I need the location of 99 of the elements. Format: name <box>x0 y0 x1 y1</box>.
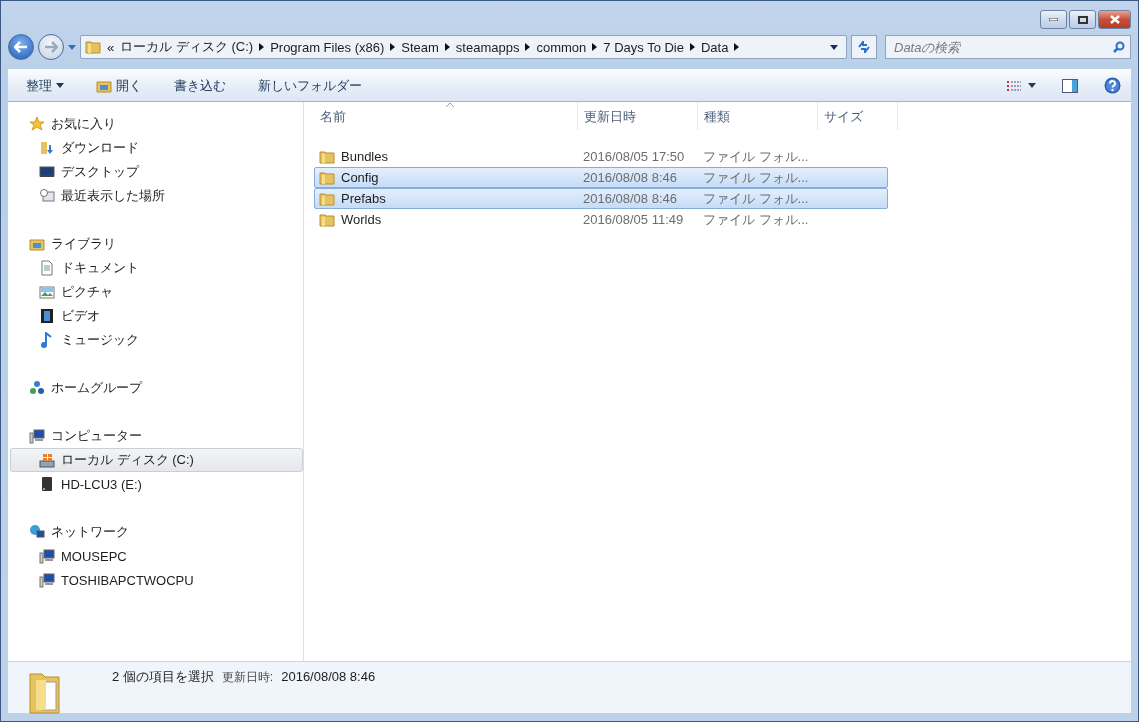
library-icon <box>29 236 45 252</box>
navigation-item[interactable]: MOUSEPC <box>10 544 303 568</box>
toolbar-button[interactable]: 書き込む <box>166 72 234 99</box>
forward-button[interactable] <box>38 34 64 60</box>
breadcrumb-separator-icon <box>734 43 740 51</box>
navigation-item[interactable]: ネットワーク <box>10 520 303 544</box>
file-type: ファイル フォル... <box>702 147 810 166</box>
column-header[interactable]: 種類 <box>698 102 818 130</box>
navigation-item[interactable]: HD-LCU3 (E:) <box>10 472 303 496</box>
file-row[interactable]: Config 2016/08/08 8:46 ファイル フォル... <box>314 167 888 188</box>
download-folder-icon <box>39 140 55 156</box>
breadcrumb-item[interactable]: 7 Days To Die <box>603 39 684 55</box>
search-icon <box>1113 41 1125 53</box>
file-type: ファイル フォル... <box>702 189 810 208</box>
view-menu-caret-icon <box>1028 83 1036 88</box>
file-name: Bundles <box>315 149 579 164</box>
breadcrumb-item[interactable]: Steam <box>401 39 439 55</box>
navigation-item[interactable]: ドキュメント <box>10 256 303 280</box>
toolbar-button[interactable]: 整理 <box>18 72 72 99</box>
modified-date: 2016/08/08 8:46 <box>582 170 678 185</box>
recent-places-icon <box>39 188 55 204</box>
desktop-icon <box>39 164 55 180</box>
star-icon <box>29 116 45 132</box>
toolbar-button[interactable]: 新しいフォルダー <box>250 72 370 99</box>
file-row[interactable]: Bundles 2016/08/05 17:50 ファイル フォル... <box>314 146 888 167</box>
navigation-item[interactable]: デスクトップ <box>10 160 303 184</box>
minimize-icon <box>1049 18 1058 21</box>
detail-label: 更新日時: <box>221 669 274 686</box>
navigation-item[interactable]: コンピューター <box>10 424 303 448</box>
breadcrumb-separator-icon <box>444 43 450 51</box>
network-icon <box>29 524 45 540</box>
navigation-item[interactable]: ビデオ <box>10 304 303 328</box>
maximize-icon <box>1077 15 1088 24</box>
homegroup-icon <box>29 380 45 396</box>
document-icon <box>39 260 55 276</box>
navigation-item[interactable]: ダウンロード <box>10 136 303 160</box>
breadcrumb-item[interactable]: Data <box>701 39 729 55</box>
breadcrumb-item[interactable]: steamapps <box>455 39 520 55</box>
forward-arrow-icon <box>44 41 58 53</box>
folder-icon <box>319 149 335 164</box>
file-name: Config <box>315 170 579 185</box>
computer-icon <box>39 572 55 588</box>
toolbar-button[interactable]: 開く <box>88 72 150 99</box>
film-icon <box>39 308 55 324</box>
hard-drive-icon <box>39 452 55 468</box>
refresh-button[interactable] <box>851 35 877 59</box>
file-row[interactable]: Worlds 2016/08/05 11:49 ファイル フォル... <box>314 209 888 230</box>
modified-date: 2016/08/08 8:46 <box>582 191 678 206</box>
view-options-icon[interactable] <box>1006 79 1022 92</box>
navigation-item[interactable]: ローカル ディスク (C:) <box>10 448 303 472</box>
address-bar[interactable]: « ローカル ディスク (C:) Program Files (x86) Steam steamapps common 7 Days To Die Data <box>80 35 847 59</box>
navigation-item[interactable]: ミュージック <box>10 328 303 352</box>
folder-icon <box>319 191 335 206</box>
detail-value: 2016/08/08 8:46 <box>281 669 376 684</box>
navigation-item[interactable]: ピクチャ <box>10 280 303 304</box>
selection-count: 2 個の項目を選択 <box>112 668 214 686</box>
file-type: ファイル フォル... <box>702 168 810 187</box>
computer-icon <box>29 428 45 444</box>
back-arrow-icon <box>14 41 28 53</box>
back-button[interactable] <box>8 34 34 60</box>
breadcrumb-item[interactable]: Program Files (x86) <box>270 39 385 55</box>
close-icon <box>1109 15 1120 24</box>
computer-icon <box>39 548 55 564</box>
breadcrumb-separator-icon <box>390 43 396 51</box>
navigation-item[interactable]: ホームグループ <box>10 376 303 400</box>
file-name: Prefabs <box>315 191 579 206</box>
maximize-button[interactable] <box>1069 10 1096 29</box>
breadcrumb-separator-icon <box>592 43 598 51</box>
breadcrumb-overflow[interactable]: « <box>107 39 115 55</box>
file-name: Worlds <box>315 212 579 227</box>
refresh-icon <box>857 41 871 53</box>
external-drive-icon <box>39 476 55 492</box>
folder-icon <box>319 170 335 185</box>
file-row[interactable]: Prefabs 2016/08/08 8:46 ファイル フォル... <box>314 188 888 209</box>
column-header[interactable]: 更新日時 <box>578 102 698 130</box>
picture-icon <box>39 284 55 300</box>
navigation-item[interactable]: TOSHIBAPCTWOCPU <box>10 568 303 592</box>
folder-icon <box>85 40 101 54</box>
close-button[interactable] <box>1098 10 1131 29</box>
modified-date: 2016/08/05 11:49 <box>582 212 685 227</box>
preview-pane-icon[interactable] <box>1062 78 1078 93</box>
breadcrumb-item[interactable]: ローカル ディスク (C:) <box>120 38 254 56</box>
file-type: ファイル フォル... <box>702 210 810 229</box>
column-header[interactable]: 名前 <box>314 102 578 130</box>
recent-pages-caret-icon <box>68 44 76 50</box>
search-field[interactable]: Dataの検索 <box>885 35 1131 59</box>
navigation-item[interactable]: お気に入り <box>10 112 303 136</box>
breadcrumb-separator-icon <box>259 43 265 51</box>
navigation-item[interactable]: ライブラリ <box>10 232 303 256</box>
column-header[interactable]: サイズ <box>818 102 898 130</box>
help-icon[interactable] <box>1104 77 1121 94</box>
caret-icon <box>56 83 64 88</box>
breadcrumb-separator-icon <box>525 43 531 51</box>
modified-date: 2016/08/05 17:50 <box>582 149 686 164</box>
navigation-item[interactable]: 最近表示した場所 <box>10 184 303 208</box>
breadcrumb-separator-icon <box>690 43 695 51</box>
address-dropdown-icon <box>830 44 838 50</box>
breadcrumb-item[interactable]: common <box>536 39 587 55</box>
folder-icon <box>319 212 335 227</box>
